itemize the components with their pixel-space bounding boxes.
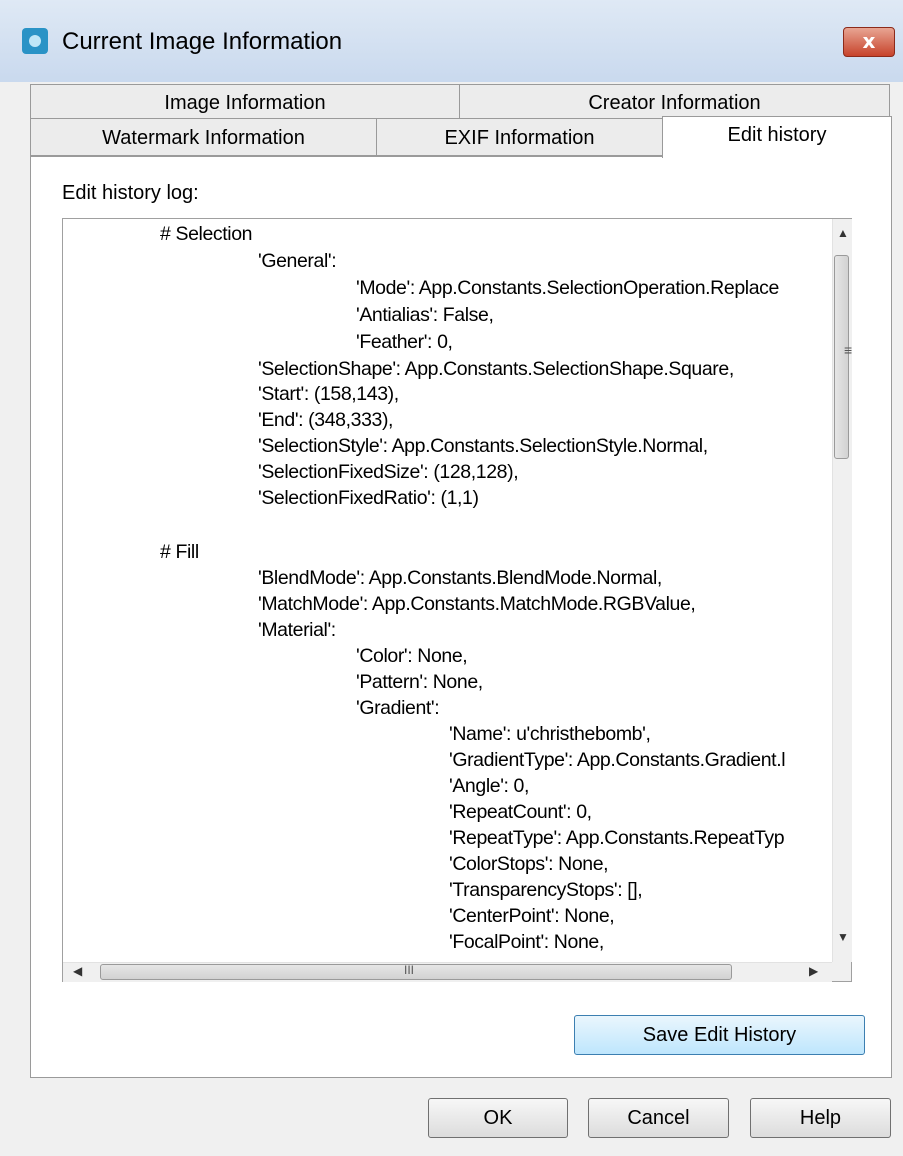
log-line: 'CenterPoint': None, [449,905,615,927]
log-line: 'TransparencyStops': [], [449,879,643,901]
log-line: 'RepeatType': App.Constants.RepeatTyp [449,827,785,849]
log-line: 'Gradient': [356,697,440,719]
log-line: 'SelectionShape': App.Constants.Selectio… [258,358,734,380]
edit-history-log-label: Edit history log: [62,182,199,204]
edit-history-log[interactable]: # Selection 'General': 'Mode': App.Const… [62,218,852,982]
tab-edit-history[interactable]: Edit history [662,116,892,158]
tab-exif-information[interactable]: EXIF Information [376,118,663,156]
tab-image-information[interactable]: Image Information [30,84,460,120]
horizontal-thumb-grip-icon: III [404,963,415,977]
log-line: 'Pattern': None, [356,671,483,693]
log-line: 'End': (348,333), [258,409,394,431]
log-line: 'SelectionStyle': App.Constants.Selectio… [258,435,708,457]
log-line: 'Mode': App.Constants.SelectionOperation… [356,277,779,299]
log-line: 'Antialias': False, [356,304,494,326]
app-icon [22,28,48,54]
log-line: 'Material': [258,619,336,641]
log-line: 'RepeatCount': 0, [449,801,592,823]
scroll-right-arrow-icon[interactable]: ▶ [809,964,818,978]
log-line: 'Name': u'christhebomb', [449,723,651,745]
log-line: 'BlendMode': App.Constants.BlendMode.Nor… [258,567,662,589]
window-title: Current Image Information [62,28,343,55]
help-button[interactable]: Help [750,1098,891,1138]
tab-creator-information[interactable]: Creator Information [459,84,890,120]
log-line: 'General': [258,250,337,272]
close-button[interactable]: x [843,27,895,57]
log-line: 'GradientType': App.Constants.Gradient.l [449,749,786,771]
log-line: 'Color': None, [356,645,468,667]
scrollbar-corner [832,962,851,981]
log-line: 'FocalPoint': None, [449,931,604,953]
log-line: 'SelectionFixedRatio': (1,1) [258,487,479,509]
scroll-up-arrow-icon[interactable]: ▲ [837,226,849,240]
scroll-down-arrow-icon[interactable]: ▼ [837,930,849,944]
dialog-window: Current Image Information x Image Inform… [0,0,903,1156]
log-line: 'Start': (158,143), [258,383,399,405]
scroll-left-arrow-icon[interactable]: ◀ [73,964,82,978]
log-line: 'Angle': 0, [449,775,530,797]
save-edit-history-button[interactable]: Save Edit History [574,1015,865,1055]
cancel-button[interactable]: Cancel [588,1098,729,1138]
title-bar: Current Image Information x [0,0,903,82]
log-line: 'ColorStops': None, [449,853,609,875]
horizontal-scrollbar-thumb[interactable] [100,964,732,980]
log-line: # Selection [160,223,253,245]
log-line: 'MatchMode': App.Constants.MatchMode.RGB… [258,593,696,615]
vertical-thumb-grip-icon: ≡ [844,342,853,358]
log-line: # Fill [160,541,199,563]
ok-button[interactable]: OK [428,1098,568,1138]
log-line: 'SelectionFixedSize': (128,128), [258,461,519,483]
log-line: 'Feather': 0, [356,331,453,353]
tab-watermark-information[interactable]: Watermark Information [30,118,377,156]
